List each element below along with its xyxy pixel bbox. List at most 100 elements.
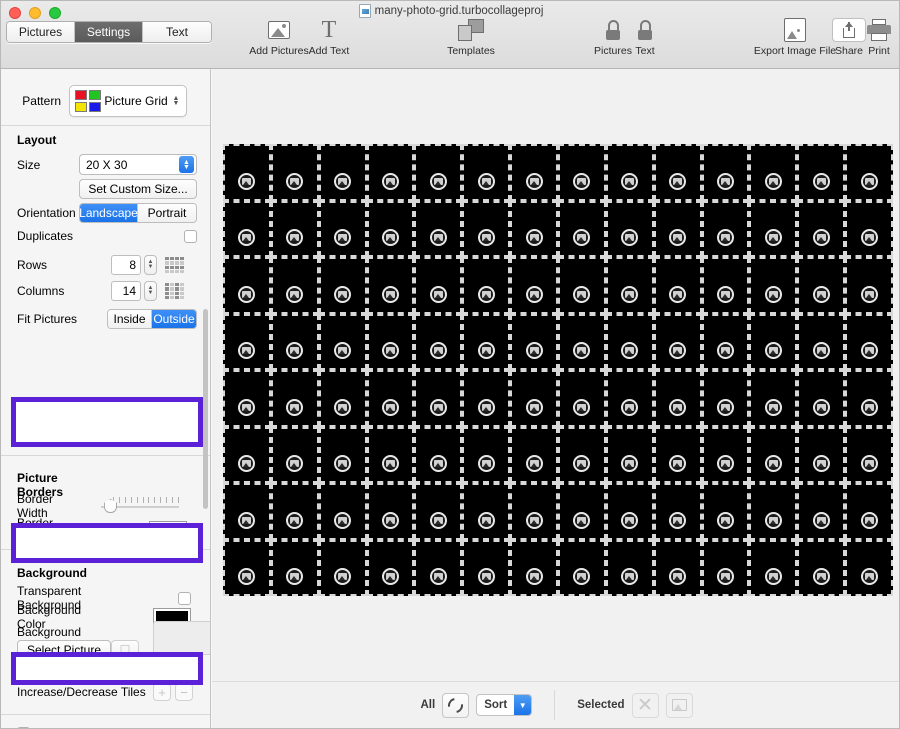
collage-cell[interactable] xyxy=(223,370,271,427)
border-color-well[interactable] xyxy=(149,521,187,539)
collage-cell[interactable] xyxy=(701,313,750,370)
collage-cell[interactable] xyxy=(462,539,511,596)
collage-cell[interactable] xyxy=(462,257,511,314)
collage-cell[interactable] xyxy=(270,370,319,427)
collage-cell[interactable] xyxy=(653,483,702,540)
collage-cell[interactable] xyxy=(270,426,319,483)
collage-cell[interactable] xyxy=(223,483,271,540)
pattern-dropdown[interactable]: Picture Grid ▲ ▼ xyxy=(69,85,187,117)
collage-cell[interactable] xyxy=(462,144,511,201)
collage-cell[interactable] xyxy=(749,539,798,596)
collage-cell[interactable] xyxy=(845,483,893,540)
collage-cell[interactable] xyxy=(558,257,606,314)
templates-button[interactable]: Templates xyxy=(439,17,503,57)
collage-cell[interactable] xyxy=(558,539,606,596)
collage-cell[interactable] xyxy=(605,200,654,257)
select-picture-button[interactable]: Select Picture xyxy=(17,640,111,660)
increase-tiles-button[interactable]: + xyxy=(153,683,171,701)
fit-outside-option[interactable]: Outside xyxy=(152,310,196,328)
collage-cell[interactable] xyxy=(270,483,319,540)
collage-grid[interactable] xyxy=(223,144,893,596)
collage-cell[interactable] xyxy=(653,144,702,201)
collage-cell[interactable] xyxy=(797,370,846,427)
collage-cell[interactable] xyxy=(845,144,893,201)
collage-cell[interactable] xyxy=(223,200,271,257)
print-button[interactable]: Print xyxy=(857,17,899,57)
collage-cell[interactable] xyxy=(366,144,415,201)
collage-cell[interactable] xyxy=(605,313,654,370)
collage-cell[interactable] xyxy=(318,370,367,427)
collage-cell[interactable] xyxy=(510,426,558,483)
collage-cell[interactable] xyxy=(366,426,415,483)
lock-text-button[interactable]: Text xyxy=(613,17,677,57)
collage-cell[interactable] xyxy=(318,144,367,201)
collage-cell[interactable] xyxy=(318,200,367,257)
decrease-tiles-button[interactable]: − xyxy=(175,683,193,701)
collage-cell[interactable] xyxy=(270,257,319,314)
corners-slider[interactable] xyxy=(101,422,163,438)
collage-cell[interactable] xyxy=(845,539,893,596)
collage-cell[interactable] xyxy=(462,313,511,370)
tab-pictures[interactable]: Pictures xyxy=(7,22,75,42)
collage-cell[interactable] xyxy=(414,313,463,370)
collage-cell[interactable] xyxy=(701,426,750,483)
tile-background-checkbox[interactable] xyxy=(178,664,191,678)
collage-cell[interactable] xyxy=(749,257,798,314)
collage-cell[interactable] xyxy=(558,313,606,370)
fit-inside-option[interactable]: Inside xyxy=(108,310,153,328)
collage-cell[interactable] xyxy=(462,426,511,483)
collage-cell[interactable] xyxy=(510,257,558,314)
collage-cell[interactable] xyxy=(701,539,750,596)
collage-cell[interactable] xyxy=(510,144,558,201)
collage-cell[interactable] xyxy=(605,144,654,201)
collage-cell[interactable] xyxy=(510,539,558,596)
collage-cell[interactable] xyxy=(701,257,750,314)
collage-cell[interactable] xyxy=(510,370,558,427)
collage-cell[interactable] xyxy=(653,313,702,370)
collage-cell[interactable] xyxy=(366,483,415,540)
collage-cell[interactable] xyxy=(845,313,893,370)
collage-cell[interactable] xyxy=(605,257,654,314)
collage-cell[interactable] xyxy=(462,370,511,427)
collage-cell[interactable] xyxy=(605,483,654,540)
collage-cell[interactable] xyxy=(653,257,702,314)
collage-cell[interactable] xyxy=(223,144,271,201)
collage-cell[interactable] xyxy=(749,426,798,483)
collage-cell[interactable] xyxy=(558,483,606,540)
collage-cell[interactable] xyxy=(414,200,463,257)
collage-cell[interactable] xyxy=(223,313,271,370)
collage-cell[interactable] xyxy=(797,200,846,257)
collage-cell[interactable] xyxy=(318,483,367,540)
collage-cell[interactable] xyxy=(414,370,463,427)
tab-text[interactable]: Text xyxy=(143,22,211,42)
orientation-portrait-option[interactable]: Portrait xyxy=(138,204,196,222)
collage-cell[interactable] xyxy=(558,370,606,427)
collage-cell[interactable] xyxy=(414,144,463,201)
orientation-landscape-option[interactable]: Landscape xyxy=(80,204,138,222)
collage-cell[interactable] xyxy=(510,313,558,370)
collage-cell[interactable] xyxy=(558,426,606,483)
collage-cell[interactable] xyxy=(223,426,271,483)
set-custom-size-button[interactable]: Set Custom Size... xyxy=(79,179,197,199)
add-text-button[interactable]: T Add Text xyxy=(297,17,361,57)
collage-cell[interactable] xyxy=(414,539,463,596)
collage-cell[interactable] xyxy=(318,539,367,596)
crop-icon[interactable]: ☐ xyxy=(111,640,139,660)
collage-cell[interactable] xyxy=(797,313,846,370)
spacing-slider[interactable] xyxy=(89,396,182,412)
rows-input[interactable]: 8 xyxy=(111,255,141,275)
collage-cell[interactable] xyxy=(414,426,463,483)
collage-cell[interactable] xyxy=(653,200,702,257)
collage-cell[interactable] xyxy=(270,144,319,201)
sidebar-scrollbar[interactable] xyxy=(203,309,208,509)
collage-cell[interactable] xyxy=(462,200,511,257)
collage-cell[interactable] xyxy=(749,200,798,257)
collage-cell[interactable] xyxy=(797,483,846,540)
collage-cell[interactable] xyxy=(749,144,798,201)
collage-cell[interactable] xyxy=(797,257,846,314)
collage-cell[interactable] xyxy=(270,200,319,257)
export-image-file-button[interactable]: Export Image File xyxy=(754,17,836,57)
columns-input[interactable]: 14 xyxy=(111,281,141,301)
collage-cell[interactable] xyxy=(701,370,750,427)
collage-cell[interactable] xyxy=(845,426,893,483)
